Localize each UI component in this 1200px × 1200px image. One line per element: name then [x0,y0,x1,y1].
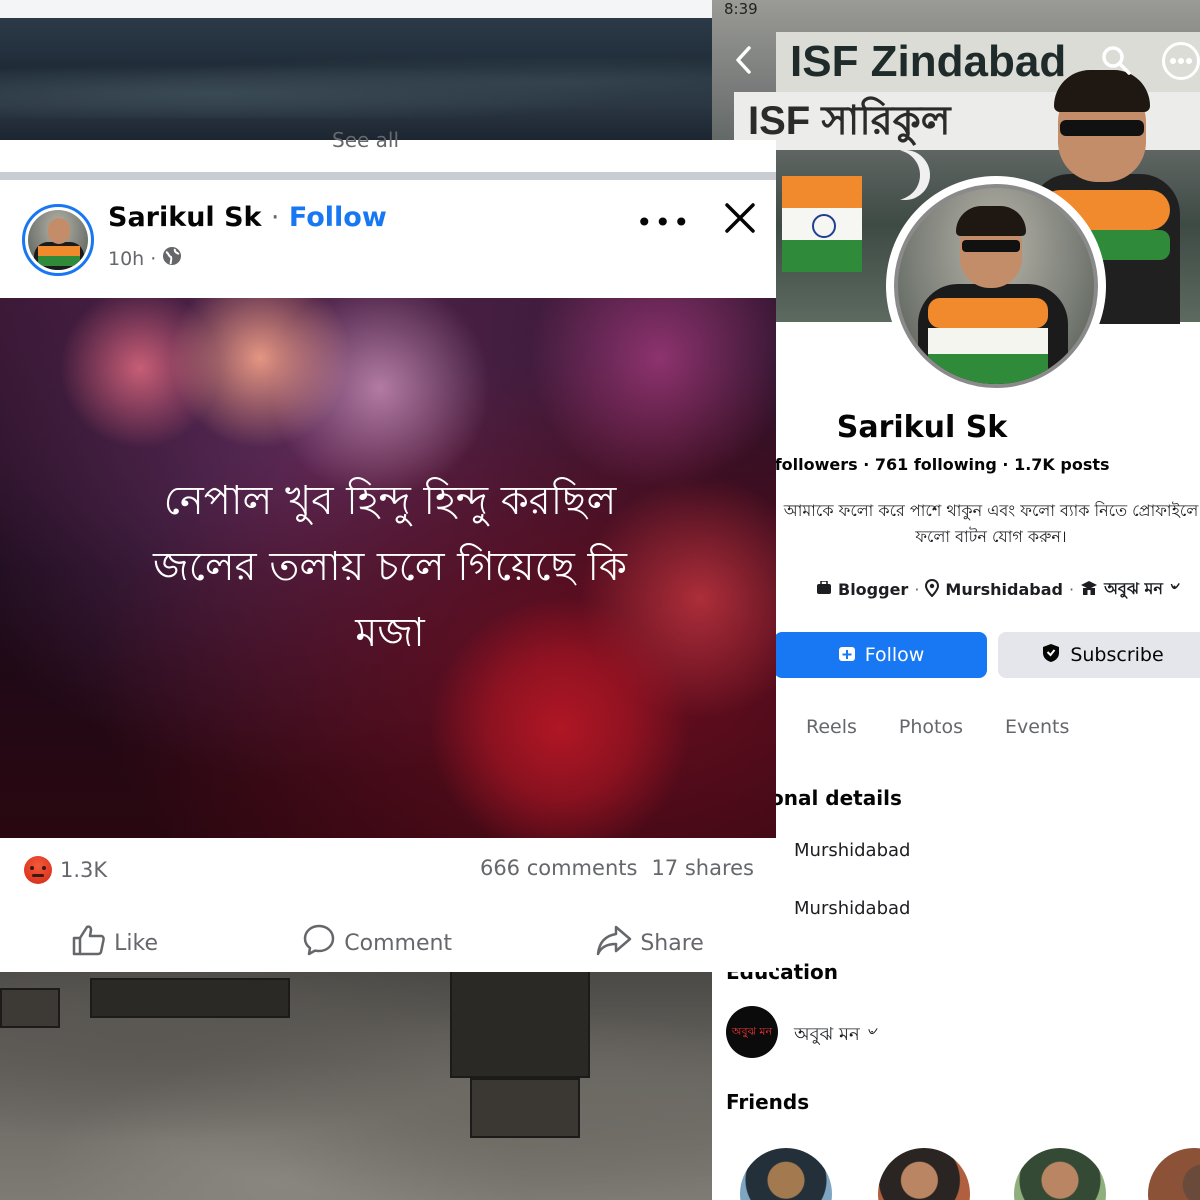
like-label: Like [114,930,158,956]
profile-screenshot: 8:39 ISF Zindabad ISF সারিকুল Sarikul Sk… [712,0,1200,1200]
friend-avatar[interactable] [1148,1148,1200,1200]
comment-label: Comment [344,930,453,956]
shares-count[interactable]: 17 shares [651,856,754,880]
follow-button-label: Follow [864,644,925,666]
post-actions: Like Comment Share [0,920,776,966]
friend-avatar[interactable] [1014,1148,1106,1200]
angry-reaction-icon [24,856,52,884]
subscribe-button-label: Subscribe [1070,644,1164,666]
comment-button[interactable]: Comment [302,923,452,963]
post-image[interactable]: নেপাল খুব হিন্দু হিন্দু করছিল জলের তলায়… [0,298,776,838]
post-text-line: জলের তলায় চলে গিয়েছে কি [152,544,627,590]
post-follow-link[interactable]: Follow [289,202,387,233]
post-text: নেপাল খুব হিন্দু হিন্দু করছিল জলের তলায়… [40,468,740,666]
status-time: 8:39 [724,0,758,18]
post-card: See all Sarikul Sk · Follow 10h · ••• নে… [0,128,776,972]
close-icon[interactable] [722,200,758,236]
meta-location: Murshidabad [945,580,1063,599]
school-icon [1080,580,1098,600]
meta-category: Blogger [838,580,909,599]
post-header: Sarikul Sk · Follow [108,202,387,233]
post-timestamp: 10h · [108,246,182,271]
share-arrow-icon [596,924,632,962]
profile-tabs: Reels Photos Events [806,716,1069,738]
post-author-avatar[interactable] [22,204,94,276]
personal-details-heading: onal details [770,786,902,810]
subscribe-button[interactable]: Subscribe [998,632,1200,678]
back-icon[interactable] [728,44,760,76]
like-button[interactable]: Like [72,924,158,962]
friend-avatar[interactable] [878,1148,970,1200]
flag-icon [782,176,862,272]
crescent-icon [870,150,920,200]
location-pin-icon [925,578,940,601]
meta-school: অবুঝ মন ৺ [1104,579,1179,598]
reaction-summary[interactable]: 1.3K [24,856,107,884]
education-logo: অবুঝ মন [726,1006,778,1058]
education-item[interactable]: অবুঝ মন ৺ [794,1020,876,1051]
tab-photos[interactable]: Photos [899,716,963,738]
search-icon[interactable] [1098,42,1134,78]
briefcase-icon [816,580,832,599]
share-button[interactable]: Share [596,924,704,962]
post-text-line: মজা [355,610,425,656]
tab-reels[interactable]: Reels [806,716,857,738]
detail-item: Murshidabad [794,840,911,861]
add-friend-icon [837,643,857,668]
profile-bio: আমাকে ফলো করে পাশে থাকুন এবং ফলো ব্যাক ন… [783,501,1199,546]
comment-bubble-icon [302,923,336,963]
see-all-link[interactable]: See all [332,128,399,148]
friends-heading: Friends [726,1090,810,1114]
more-options-icon[interactable] [1162,42,1200,80]
reaction-count: 1.3K [60,858,108,882]
post-text-line: নেপাল খুব হিন্দু হিন্দু করছিল [163,478,617,524]
profile-avatar[interactable] [886,176,1106,396]
profile-meta: Blogger · Murshidabad · অবুঝ মন ৺ [816,576,1178,603]
globe-icon [162,246,182,271]
comments-count[interactable]: 666 comments [480,856,637,880]
tab-events[interactable]: Events [1005,716,1069,738]
share-label: Share [640,930,704,956]
background-photo-top [0,0,712,142]
friend-avatar[interactable] [740,1148,832,1200]
follow-button[interactable]: Follow [774,632,987,678]
post-more-icon[interactable]: ••• [636,206,692,239]
profile-name: Sarikul Sk [836,410,1008,445]
engagement-counts: 666 comments 17 shares [480,856,754,880]
profile-stats[interactable]: 13K followers · 761 following · 1.7K pos… [712,455,1200,474]
thumbs-up-icon [72,924,106,962]
status-bar: 8:39 [724,0,758,18]
post-author-name[interactable]: Sarikul Sk [108,202,261,233]
detail-item: Murshidabad [794,898,911,919]
shield-icon [1042,643,1060,668]
divider [0,172,776,180]
background-photo-bottom [0,968,712,1200]
